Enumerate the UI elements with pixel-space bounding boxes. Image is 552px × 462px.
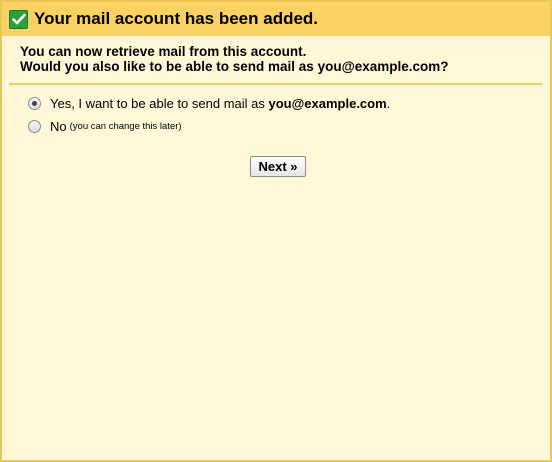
intro-line-2: Would you also like to be able to send m… xyxy=(20,59,449,74)
checkmark-icon xyxy=(9,9,28,29)
send-mail-options: Yes, I want to be able to send mail as y… xyxy=(28,94,390,140)
intro-text: You can now retrieve mail from this acco… xyxy=(20,44,449,74)
option-yes-text: Yes, I want to be able to send mail as xyxy=(50,95,269,111)
option-no[interactable]: No (you can change this later) xyxy=(28,117,390,135)
intro-line-1: You can now retrieve mail from this acco… xyxy=(20,44,307,59)
radio-no[interactable] xyxy=(28,119,41,133)
option-yes-email: you@example.com xyxy=(268,95,387,111)
option-yes-label: Yes, I want to be able to send mail as y… xyxy=(50,96,390,111)
option-no-label: No xyxy=(50,118,67,134)
radio-yes[interactable] xyxy=(28,96,41,110)
option-yes[interactable]: Yes, I want to be able to send mail as y… xyxy=(28,94,390,112)
add-mail-account-dialog: Your mail account has been added. You ca… xyxy=(0,0,552,462)
next-button[interactable]: Next » xyxy=(250,156,306,177)
dialog-header: Your mail account has been added. xyxy=(2,2,550,36)
option-no-note: (you can change this later) xyxy=(69,120,182,132)
option-yes-suffix: . xyxy=(386,95,391,111)
dialog-title: Your mail account has been added. xyxy=(34,9,319,28)
divider xyxy=(9,83,542,85)
